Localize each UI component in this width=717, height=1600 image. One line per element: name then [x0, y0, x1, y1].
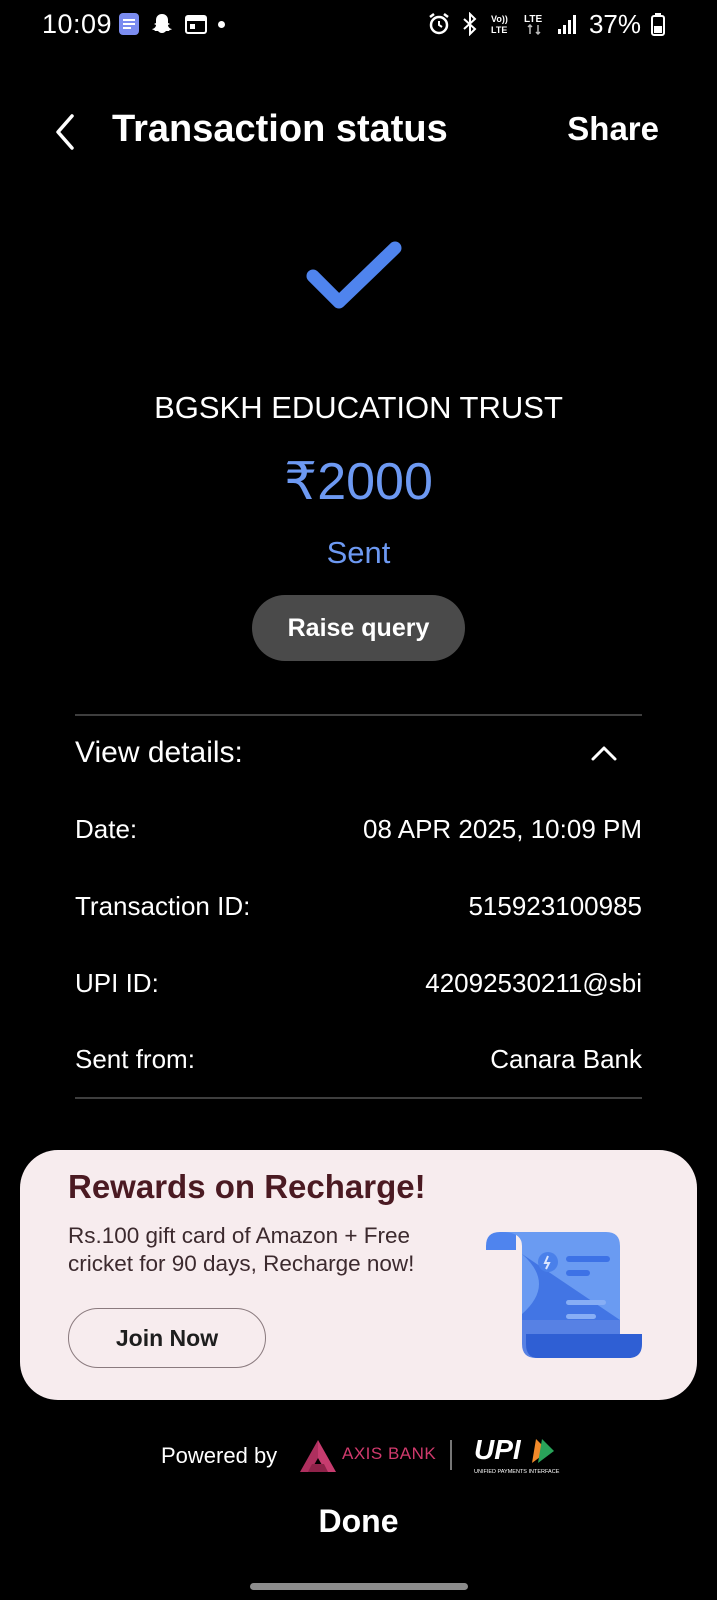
page-title: Transaction status	[112, 108, 448, 150]
transaction-id-label: Transaction ID:	[75, 891, 251, 921]
lte-icon: LTE	[524, 14, 542, 36]
amount: ₹2000	[284, 453, 433, 511]
done-button[interactable]: Done	[0, 1502, 717, 1541]
status-bar-right-icons: Vo)) LTE LTE 37%	[427, 8, 665, 39]
svg-text:LTE: LTE	[524, 14, 542, 25]
payee-name: BGSKH EDUCATION TRUST	[154, 390, 563, 425]
view-details-heading[interactable]: View details:	[75, 736, 243, 770]
promo-card[interactable]: Rewards on Recharge! Rs.100 gift card of…	[20, 1150, 697, 1400]
divider	[75, 1097, 642, 1099]
check-icon	[306, 241, 402, 309]
axis-bank-logo-icon	[300, 1440, 336, 1472]
upi-id-value: 42092530211@sbi	[425, 968, 642, 998]
chevron-up-icon[interactable]	[590, 744, 618, 762]
svg-text:UPI: UPI	[474, 1434, 522, 1465]
battery-percent: 37%	[588, 8, 641, 39]
status-bar-time: 10:09	[42, 9, 113, 39]
divider	[75, 714, 642, 716]
date-value: 08 APR 2025, 10:09 PM	[363, 814, 642, 844]
promo-text: Rs.100 gift card of Amazon + Free cricke…	[68, 1223, 415, 1276]
sent-from-value: Canara Bank	[490, 1044, 642, 1074]
docs-icon	[119, 13, 139, 35]
volte-icon: Vo)) LTE	[491, 14, 508, 35]
svg-text:Vo)): Vo))	[491, 14, 508, 24]
axis-bank-name: AXIS BANK	[342, 1444, 437, 1463]
back-arrow-icon[interactable]	[50, 112, 80, 152]
receipt-icon	[486, 1232, 642, 1358]
share-button[interactable]: Share	[567, 110, 659, 148]
bluetooth-icon	[463, 12, 477, 36]
upi-logo-icon: UPI UNIFIED PAYMENTS INTERFACE	[474, 1434, 560, 1475]
promo-title: Rewards on Recharge!	[68, 1168, 426, 1205]
date-label: Date:	[75, 814, 138, 844]
svg-text:LTE: LTE	[491, 25, 507, 35]
footer-separator	[450, 1440, 452, 1470]
notification-dot	[218, 20, 225, 28]
powered-by-label: Powered by	[161, 1443, 278, 1468]
raise-query-button[interactable]: Raise query	[252, 595, 465, 661]
snapchat-icon	[152, 14, 172, 33]
home-indicator[interactable]	[250, 1583, 468, 1590]
alarm-icon	[429, 13, 449, 35]
status-bar-left-icons	[118, 12, 225, 36]
transaction-id-value: 515923100985	[468, 891, 642, 921]
calendar-icon	[185, 15, 207, 34]
upi-subtext: UNIFIED PAYMENTS INTERFACE	[474, 1469, 560, 1475]
signal-icon	[557, 15, 576, 34]
battery-icon	[651, 13, 665, 36]
join-now-button[interactable]: Join Now	[68, 1308, 266, 1368]
upi-id-label: UPI ID:	[75, 968, 159, 998]
transaction-status: Sent	[326, 535, 391, 570]
sent-from-label: Sent from:	[75, 1044, 195, 1074]
